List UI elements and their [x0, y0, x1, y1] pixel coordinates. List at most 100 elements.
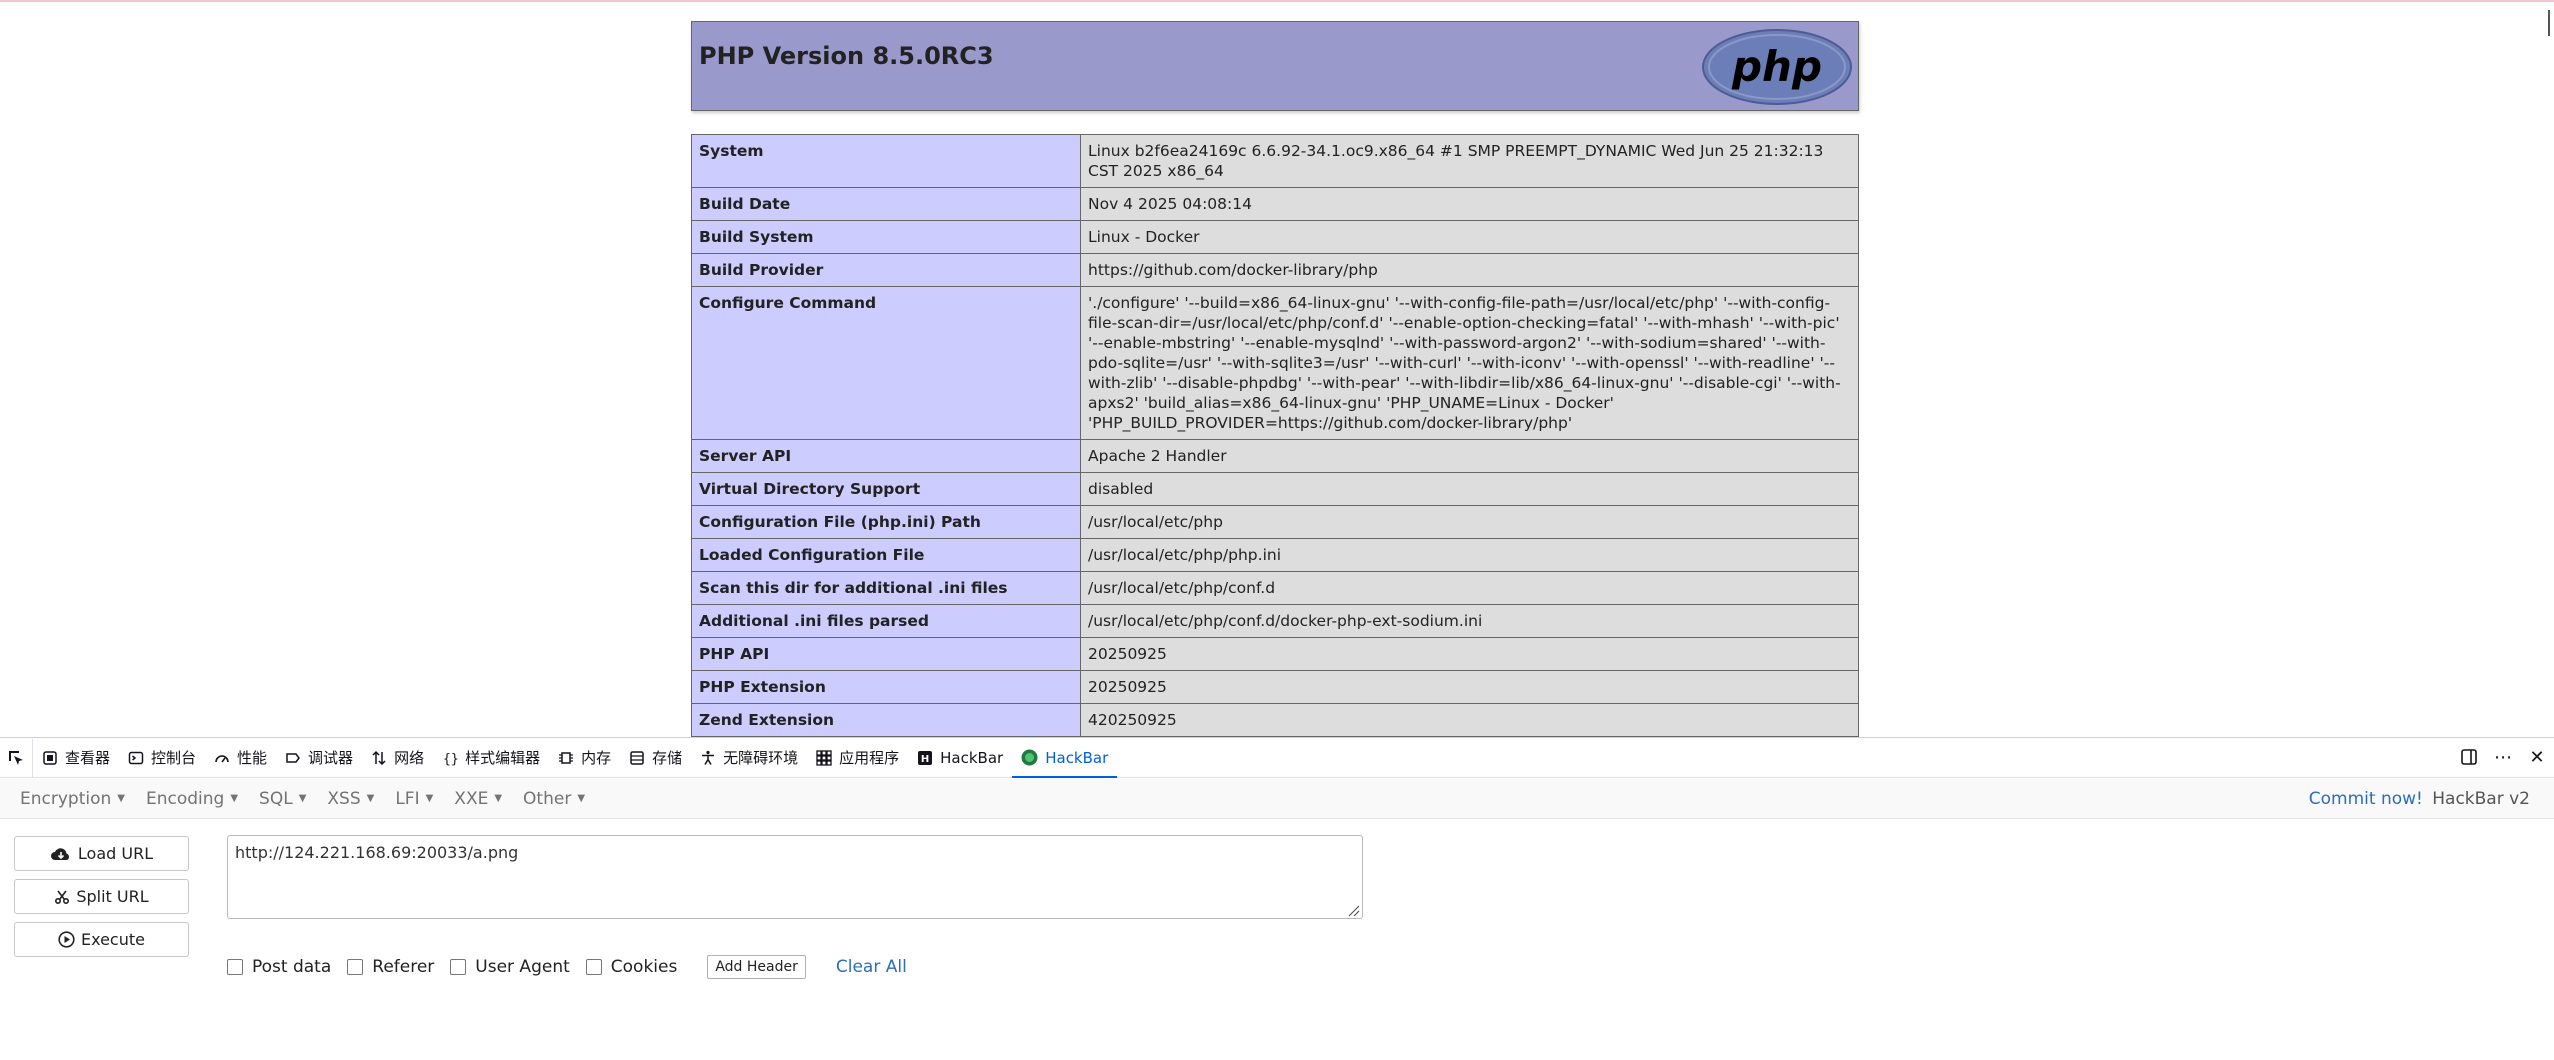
url-input[interactable]: [227, 835, 1363, 919]
devtools-tab-debugger[interactable]: 调试器: [276, 739, 362, 777]
execute-label: Execute: [81, 930, 145, 949]
hackbar-menu-other[interactable]: Other ▼: [523, 789, 585, 809]
devtools-tab-label: 内存: [581, 749, 612, 767]
info-key: Configuration File (php.ini) Path: [691, 505, 1081, 539]
caret-down-icon: ▼: [230, 793, 239, 804]
checkbox-label: Referer: [372, 957, 435, 977]
devtools-tab-label: 查看器: [65, 749, 111, 767]
svg-text:H: H: [921, 754, 929, 765]
execute-button[interactable]: Execute: [14, 922, 189, 957]
hackbar-menu-lfi[interactable]: LFI ▼: [395, 789, 433, 809]
info-row: Virtual Directory Support disabled: [691, 472, 1859, 506]
commit-now-link[interactable]: Commit now!: [2309, 789, 2423, 809]
checkbox-label: User Agent: [475, 957, 570, 977]
hackbar-menu-xxe[interactable]: XXE ▼: [454, 789, 502, 809]
info-row: PHP Extension 20250925: [691, 670, 1859, 704]
devtools-tab-accessibility[interactable]: 无障碍环境: [691, 739, 807, 777]
cloud-download-icon: [50, 847, 69, 860]
close-icon: ✕: [2529, 746, 2545, 768]
devtools-right-controls: ⋯ ✕: [2452, 738, 2554, 776]
option-post-data[interactable]: Post data: [227, 957, 331, 977]
info-value: 20250925: [1080, 670, 1859, 704]
caret-down-icon: ▼: [298, 793, 307, 804]
checkbox[interactable]: [585, 959, 602, 975]
info-value: './configure' '--build=x86_64-linux-gnu'…: [1080, 286, 1859, 440]
resize-grip-icon[interactable]: [1346, 903, 1360, 917]
close-devtools-button[interactable]: ✕: [2520, 738, 2554, 776]
devtools-tab-style-editor[interactable]: {} 样式编辑器: [433, 739, 549, 777]
devtools-tab-storage[interactable]: 存储: [620, 739, 691, 777]
info-key: Server API: [691, 439, 1081, 473]
application-icon: [816, 749, 832, 766]
hackbar-version: HackBar v2: [2432, 789, 2530, 809]
checkbox[interactable]: [347, 959, 364, 975]
info-key: Build Provider: [691, 253, 1081, 287]
info-value: 20250925: [1080, 637, 1859, 671]
debugger-icon: [285, 750, 301, 766]
info-row: PHP API 20250925: [691, 637, 1859, 671]
info-value: /usr/local/etc/php/conf.d/docker-php-ext…: [1080, 604, 1859, 638]
info-value: Nov 4 2025 04:08:14: [1080, 187, 1859, 221]
inspector-icon: [42, 750, 58, 766]
info-key: Virtual Directory Support: [691, 472, 1081, 506]
devtools-tab-label: 控制台: [151, 749, 197, 767]
hackbar-menu: Encryption ▼ Encoding ▼ SQL ▼ XSS ▼ LFI ▼ XXE ▼ Othe…: [0, 779, 2554, 819]
devtools-tab-label: HackBar: [1045, 748, 1109, 767]
devtools-tab-console[interactable]: 控制台: [119, 739, 205, 777]
devtools-tab-memory[interactable]: 内存: [549, 739, 620, 777]
info-value: 420250925: [1080, 703, 1859, 737]
info-value: Linux - Docker: [1080, 220, 1859, 254]
clear-all-link[interactable]: Clear All: [836, 957, 907, 977]
phpinfo-page: PHP Version 8.5.0RC3 php System Linux b2f…: [691, 21, 1859, 770]
devtools-tab-application[interactable]: 应用程序: [807, 739, 908, 777]
hackbar-menu-xss[interactable]: XSS ▼: [327, 789, 374, 809]
info-key: PHP Extension: [691, 670, 1081, 704]
page-top-border: [0, 0, 2554, 2]
devtools-tab-label: HackBar: [940, 748, 1004, 767]
split-url-button[interactable]: Split URL: [14, 879, 189, 914]
option-cookies[interactable]: Cookies: [585, 957, 677, 977]
element-picker-button[interactable]: [0, 738, 33, 777]
info-value: /usr/local/etc/php/conf.d: [1080, 571, 1859, 605]
checkbox[interactable]: [450, 959, 467, 975]
caret-down-icon: ▼: [425, 793, 434, 804]
info-value: /usr/local/etc/php/php.ini: [1080, 538, 1859, 572]
add-header-button[interactable]: Add Header: [707, 955, 806, 979]
info-key: Scan this dir for additional .ini files: [691, 571, 1081, 605]
info-row: Configuration File (php.ini) Path/usr/lo…: [691, 505, 1859, 539]
devtools-tab-hackbar[interactable]: H HackBar: [908, 739, 1012, 777]
info-row: Zend Extension 420250925: [691, 703, 1859, 737]
dock-side-icon: [2461, 749, 2477, 765]
devtools-tab-label: 应用程序: [839, 749, 900, 767]
devtools-tab-label: 调试器: [308, 749, 354, 767]
devtools-tab-inspector[interactable]: 查看器: [33, 739, 119, 777]
caret-down-icon: ▼: [117, 793, 125, 804]
info-row: Scan this dir for additional .ini files /…: [691, 571, 1859, 605]
more-options-button[interactable]: ⋯: [2486, 738, 2520, 776]
dock-toggle-button[interactable]: [2452, 738, 2486, 776]
caret-down-icon: ▼: [577, 793, 586, 804]
devtools-tabs: 查看器 控制台 性能 调试器 网络 {} 样式编辑器 内存 存储 无障碍环境 应用程序 H HackBa…: [33, 739, 1118, 778]
page-scrollbar-thumb[interactable]: [2548, 10, 2550, 36]
checkbox[interactable]: [227, 959, 243, 975]
performance-icon: [214, 750, 230, 766]
info-row: Loaded Configuration File/usr/local/etc/…: [691, 538, 1859, 572]
hackbar-menu-label: Other: [523, 788, 572, 809]
play-circle-icon: [58, 931, 75, 948]
hackbar-menu-encoding[interactable]: Encoding ▼: [146, 789, 238, 809]
devtools-panel: 查看器 控制台 性能 调试器 网络 {} 样式编辑器 内存 存储 无障碍环境 应用程序 H HackBa…: [0, 737, 2554, 1060]
devtools-tab-hackbar-v2[interactable]: HackBar: [1012, 739, 1118, 778]
option-referer[interactable]: Referer: [347, 957, 434, 977]
split-url-label: Split URL: [76, 887, 149, 906]
devtools-tab-network[interactable]: 网络: [362, 739, 433, 777]
caret-down-icon: ▼: [366, 793, 375, 804]
hackbar-menu-sql[interactable]: SQL ▼: [259, 789, 306, 809]
option-user-agent[interactable]: User Agent: [450, 957, 570, 977]
hackbar-menu-label: Encryption: [20, 788, 112, 809]
devtools-tab-performance[interactable]: 性能: [205, 739, 276, 777]
load-url-button[interactable]: Load URL: [14, 836, 189, 871]
info-row: Server API Apache 2 Handler: [691, 439, 1859, 473]
page-title: PHP Version 8.5.0RC3: [699, 42, 994, 70]
hackbar-menu-encryption[interactable]: Encryption ▼: [20, 789, 125, 809]
info-key: Build System: [691, 220, 1081, 254]
